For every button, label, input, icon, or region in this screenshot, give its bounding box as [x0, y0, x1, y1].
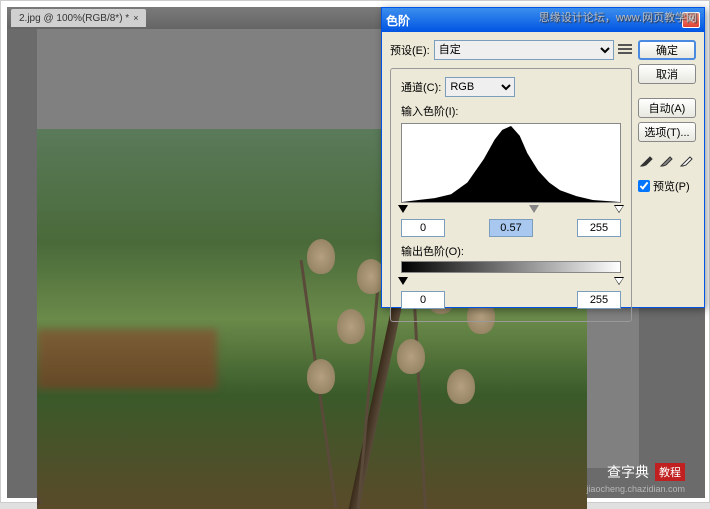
watermark-brand: 查字典 教程 — [607, 462, 685, 482]
eyedropper-white-icon[interactable] — [679, 152, 695, 168]
channel-select[interactable]: RGB — [445, 77, 515, 97]
output-levels-label: 输出色阶(O): — [401, 243, 621, 259]
output-white-field[interactable] — [577, 291, 621, 309]
eyedropper-black-icon[interactable] — [639, 152, 655, 168]
ok-button[interactable]: 确定 — [638, 40, 696, 60]
watermark-top: 思缘设计论坛，www.网页教学网 — [539, 9, 697, 25]
document-tab-active[interactable]: 2.jpg @ 100%(RGB/8*) * × — [11, 9, 146, 27]
input-white-field[interactable] — [577, 219, 621, 237]
output-white-slider[interactable] — [614, 277, 624, 285]
preview-checkbox-row[interactable]: 预览(P) — [638, 178, 696, 194]
output-gradient — [401, 261, 621, 273]
output-black-field[interactable] — [401, 291, 445, 309]
preset-menu-icon[interactable] — [618, 44, 632, 56]
input-slider-track[interactable] — [401, 205, 621, 215]
input-levels-label: 输入色阶(I): — [401, 103, 621, 119]
tab-label: 2.jpg @ 100%(RGB/8*) * — [19, 13, 129, 24]
eyedropper-gray-icon[interactable] — [659, 152, 675, 168]
white-point-slider[interactable] — [614, 205, 624, 213]
channel-label: 通道(C): — [401, 79, 441, 95]
output-black-slider[interactable] — [398, 277, 408, 285]
dialog-title: 色阶 — [386, 12, 410, 29]
histogram — [401, 123, 621, 203]
cancel-button[interactable]: 取消 — [638, 64, 696, 84]
input-black-field[interactable] — [401, 219, 445, 237]
preview-checkbox[interactable] — [638, 180, 650, 192]
preset-label: 预设(E): — [390, 42, 430, 58]
input-gamma-field[interactable] — [489, 219, 533, 237]
black-point-slider[interactable] — [398, 205, 408, 213]
levels-dialog: 色阶 ✕ 预设(E): 自定 通道(C): — [381, 7, 705, 308]
preview-label: 预览(P) — [653, 178, 690, 194]
gamma-slider[interactable] — [529, 205, 539, 213]
watermark-url: jiaocheng.chazidian.com — [586, 484, 685, 494]
close-icon[interactable]: × — [133, 13, 138, 23]
preset-select[interactable]: 自定 — [434, 40, 614, 60]
output-slider-track[interactable] — [401, 277, 621, 287]
auto-button[interactable]: 自动(A) — [638, 98, 696, 118]
options-button[interactable]: 选项(T)... — [638, 122, 696, 142]
